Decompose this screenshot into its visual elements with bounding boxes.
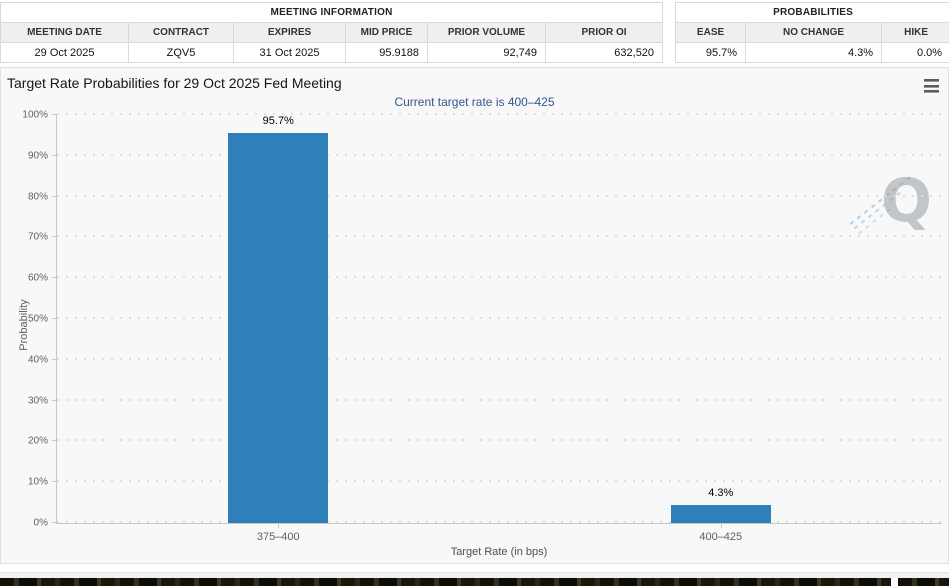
y-tick-label: 20% (27, 435, 48, 447)
col-header-prior-oi: PRIOR OI (544, 22, 664, 43)
cutoff-content-right (898, 578, 949, 586)
y-gridline (57, 153, 942, 156)
prior-volume-value: 92,749 (427, 42, 546, 63)
cutoff-content-divider (891, 578, 898, 586)
x-category-label: 375–400 (256, 531, 300, 543)
y-gridline (57, 357, 942, 360)
q-logo-icon: Q (880, 166, 932, 236)
y-gridline (57, 398, 942, 401)
col-header-ease: EASE (675, 22, 747, 43)
col-header-prior-volume: PRIOR VOLUME (427, 22, 546, 43)
y-tick-label: 90% (27, 150, 48, 162)
ease-value: 95.7% (675, 42, 747, 63)
y-tick-mark (52, 399, 57, 401)
y-tick-label: 0% (33, 517, 48, 529)
meeting-information-title: MEETING INFORMATION (0, 2, 664, 23)
x-tick-mark (720, 523, 722, 528)
x-category-label: 400–425 (699, 531, 743, 543)
quikstrike-watermark: Q (849, 165, 936, 245)
col-header-hike: HIKE (881, 22, 949, 43)
col-header-contract: CONTRACT (128, 22, 234, 43)
meeting-information-table: MEETING INFORMATION MEETING DATE CONTRAC… (0, 2, 664, 63)
y-tick-label: 100% (22, 109, 48, 121)
mid-price-value: 95.9188 (345, 42, 428, 63)
no-change-value: 4.3% (745, 42, 883, 63)
y-tick-label: 50% (27, 313, 48, 325)
x-axis-title: Target Rate (in bps) (450, 546, 548, 558)
menu-bar (924, 84, 939, 88)
y-tick-mark (52, 440, 57, 442)
cutoff-content-left (0, 578, 891, 586)
x-tick-mark (278, 523, 280, 528)
menu-bar (924, 90, 939, 93)
y-tick-mark (52, 481, 57, 483)
y-gridline (57, 317, 942, 319)
menu-bar (924, 79, 939, 82)
y-tick-mark (52, 236, 57, 238)
chart-subtitle: Current target rate is 400–425 (394, 95, 555, 109)
y-tick-label: 40% (27, 354, 48, 366)
y-gridline (57, 480, 942, 483)
hamburger-menu-icon[interactable] (923, 79, 940, 93)
chart-title: Target Rate Probabilities for 29 Oct 202… (7, 75, 342, 91)
y-tick-label: 80% (27, 191, 48, 203)
y-tick-label: 30% (27, 395, 48, 407)
cutoff-content-strip (0, 578, 949, 586)
y-gridline (57, 276, 942, 279)
chart-bar[interactable] (228, 132, 329, 523)
tables-gap (663, 2, 675, 63)
y-tick-mark (52, 195, 57, 197)
y-gridline (57, 235, 942, 238)
probabilities-table: PROBABILITIES EASE NO CHANGE HIKE 95.7% … (675, 2, 949, 63)
meeting-date-value: 29 Oct 2025 (0, 42, 129, 63)
table-row: 29 Oct 2025 ZQV5 31 Oct 2025 95.9188 92,… (0, 42, 664, 63)
plot-area: Q 0% 10% 20% 30% 40% 50% 60% 70% 80% 90% 100% 95.7%… (22, 110, 942, 543)
col-header-expires: EXPIRES (233, 22, 346, 43)
expires-value: 31 Oct 2025 (233, 42, 346, 63)
y-tick-label: 70% (27, 231, 48, 243)
col-header-no-change: NO CHANGE (745, 22, 883, 43)
col-header-meeting-date: MEETING DATE (0, 22, 129, 43)
top-tables-row: MEETING INFORMATION MEETING DATE CONTRAC… (0, 0, 949, 63)
y-tick-mark (52, 358, 57, 360)
watermark-swoosh (858, 205, 894, 235)
prior-oi-value: 632,520 (544, 42, 664, 63)
y-tick-mark (52, 114, 57, 115)
y-tick-mark (52, 154, 57, 156)
chart-bar[interactable] (670, 505, 771, 523)
y-tick-mark (52, 522, 57, 523)
col-header-mid-price: MID PRICE (345, 22, 428, 43)
watermark-swoosh (849, 175, 913, 225)
probability-chart: Target Rate Probabilities for 29 Oct 202… (0, 67, 949, 564)
contract-value: ZQV5 (128, 42, 234, 63)
bar-data-label: 4.3% (708, 487, 734, 500)
y-axis-title: Probability (18, 299, 30, 351)
y-tick-label: 10% (27, 476, 48, 488)
y-gridline (57, 521, 942, 523)
hike-value: 0.0% (881, 42, 949, 63)
y-tick-label: 60% (27, 272, 48, 284)
bottom-gap (0, 564, 949, 572)
y-gridline (57, 194, 942, 197)
y-gridline (57, 113, 942, 115)
y-gridline (57, 439, 942, 442)
probabilities-title: PROBABILITIES (675, 2, 949, 23)
bar-data-label: 95.7% (262, 114, 294, 127)
y-tick-mark (52, 318, 57, 319)
y-tick-mark (52, 277, 57, 279)
table-row: 95.7% 4.3% 0.0% (675, 42, 949, 63)
